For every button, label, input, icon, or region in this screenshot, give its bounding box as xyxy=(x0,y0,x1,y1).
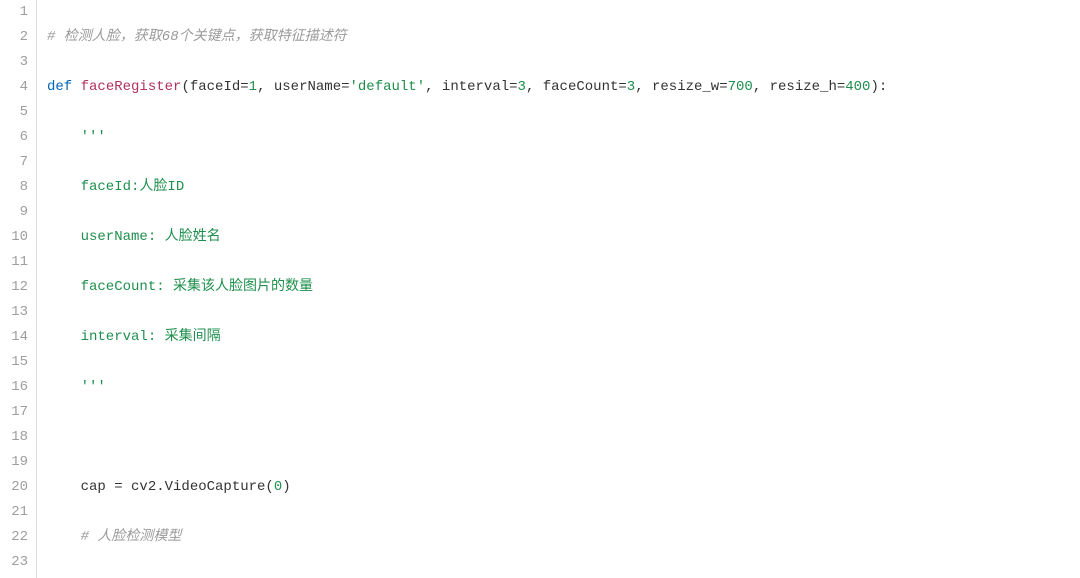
code-text: (faceId= xyxy=(181,79,248,95)
code-line[interactable]: interval: 采集间隔 xyxy=(47,325,1080,350)
line-number: 6 xyxy=(0,125,28,150)
line-number: 18 xyxy=(0,425,28,450)
line-number: 15 xyxy=(0,350,28,375)
code-line[interactable] xyxy=(47,425,1080,450)
code-line[interactable]: # 人脸检测模型 xyxy=(47,525,1080,550)
comment-text: # 检测人脸，获取68个关键点，获取特征描述符 xyxy=(47,29,347,45)
comment-text: # 人脸检测模型 xyxy=(47,529,181,545)
line-number: 21 xyxy=(0,500,28,525)
number-literal: 400 xyxy=(845,79,870,95)
docstring-text: faceCount: 采集该人脸图片的数量 xyxy=(47,279,313,295)
line-number: 4 xyxy=(0,75,28,100)
line-number: 2 xyxy=(0,25,28,50)
code-line[interactable]: # 检测人脸，获取68个关键点，获取特征描述符 xyxy=(47,25,1080,50)
number-literal: 1 xyxy=(249,79,257,95)
line-number: 14 xyxy=(0,325,28,350)
number-literal: 700 xyxy=(728,79,753,95)
string-literal: 'default' xyxy=(350,79,426,95)
code-text: , userName= xyxy=(257,79,349,95)
line-number: 8 xyxy=(0,175,28,200)
line-number: 5 xyxy=(0,100,28,125)
line-number: 13 xyxy=(0,300,28,325)
line-number: 10 xyxy=(0,225,28,250)
code-line[interactable]: ''' xyxy=(47,375,1080,400)
line-number: 16 xyxy=(0,375,28,400)
function-name: faceRegister xyxy=(81,79,182,95)
line-number: 17 xyxy=(0,400,28,425)
code-text: , resize_h= xyxy=(753,79,845,95)
code-editor[interactable]: # 检测人脸，获取68个关键点，获取特征描述符 def faceRegister… xyxy=(37,0,1080,578)
line-number: 1 xyxy=(0,0,28,25)
code-line[interactable]: cap = cv2.VideoCapture(0) xyxy=(47,475,1080,500)
line-number: 12 xyxy=(0,275,28,300)
code-line[interactable]: faceId:人脸ID xyxy=(47,175,1080,200)
number-literal: 3 xyxy=(518,79,526,95)
docstring-text: ''' xyxy=(47,379,106,395)
line-number: 22 xyxy=(0,525,28,550)
line-number: 20 xyxy=(0,475,28,500)
code-text: ): xyxy=(870,79,887,95)
docstring-text: ''' xyxy=(47,129,106,145)
line-number: 7 xyxy=(0,150,28,175)
code-text: , interval= xyxy=(425,79,517,95)
number-literal: 3 xyxy=(627,79,635,95)
line-number: 23 xyxy=(0,550,28,575)
number-literal: 0 xyxy=(274,479,282,495)
line-number: 3 xyxy=(0,50,28,75)
code-text: , faceCount= xyxy=(526,79,627,95)
line-number: 11 xyxy=(0,250,28,275)
code-line[interactable]: def faceRegister(faceId=1, userName='def… xyxy=(47,75,1080,100)
code-line[interactable]: ''' xyxy=(47,125,1080,150)
docstring-text: faceId:人脸ID xyxy=(47,179,184,195)
docstring-text: interval: 采集间隔 xyxy=(47,329,221,345)
code-line[interactable]: userName: 人脸姓名 xyxy=(47,225,1080,250)
line-number: 9 xyxy=(0,200,28,225)
code-line[interactable]: faceCount: 采集该人脸图片的数量 xyxy=(47,275,1080,300)
code-text: cap = cv2.VideoCapture( xyxy=(47,479,274,495)
line-number-gutter: 1 2 3 4 5 6 7 8 9 10 11 12 13 14 15 16 1… xyxy=(0,0,36,578)
code-text: ) xyxy=(282,479,290,495)
code-text: , resize_w= xyxy=(635,79,727,95)
line-number: 19 xyxy=(0,450,28,475)
docstring-text: userName: 人脸姓名 xyxy=(47,229,221,245)
keyword-def: def xyxy=(47,79,72,95)
